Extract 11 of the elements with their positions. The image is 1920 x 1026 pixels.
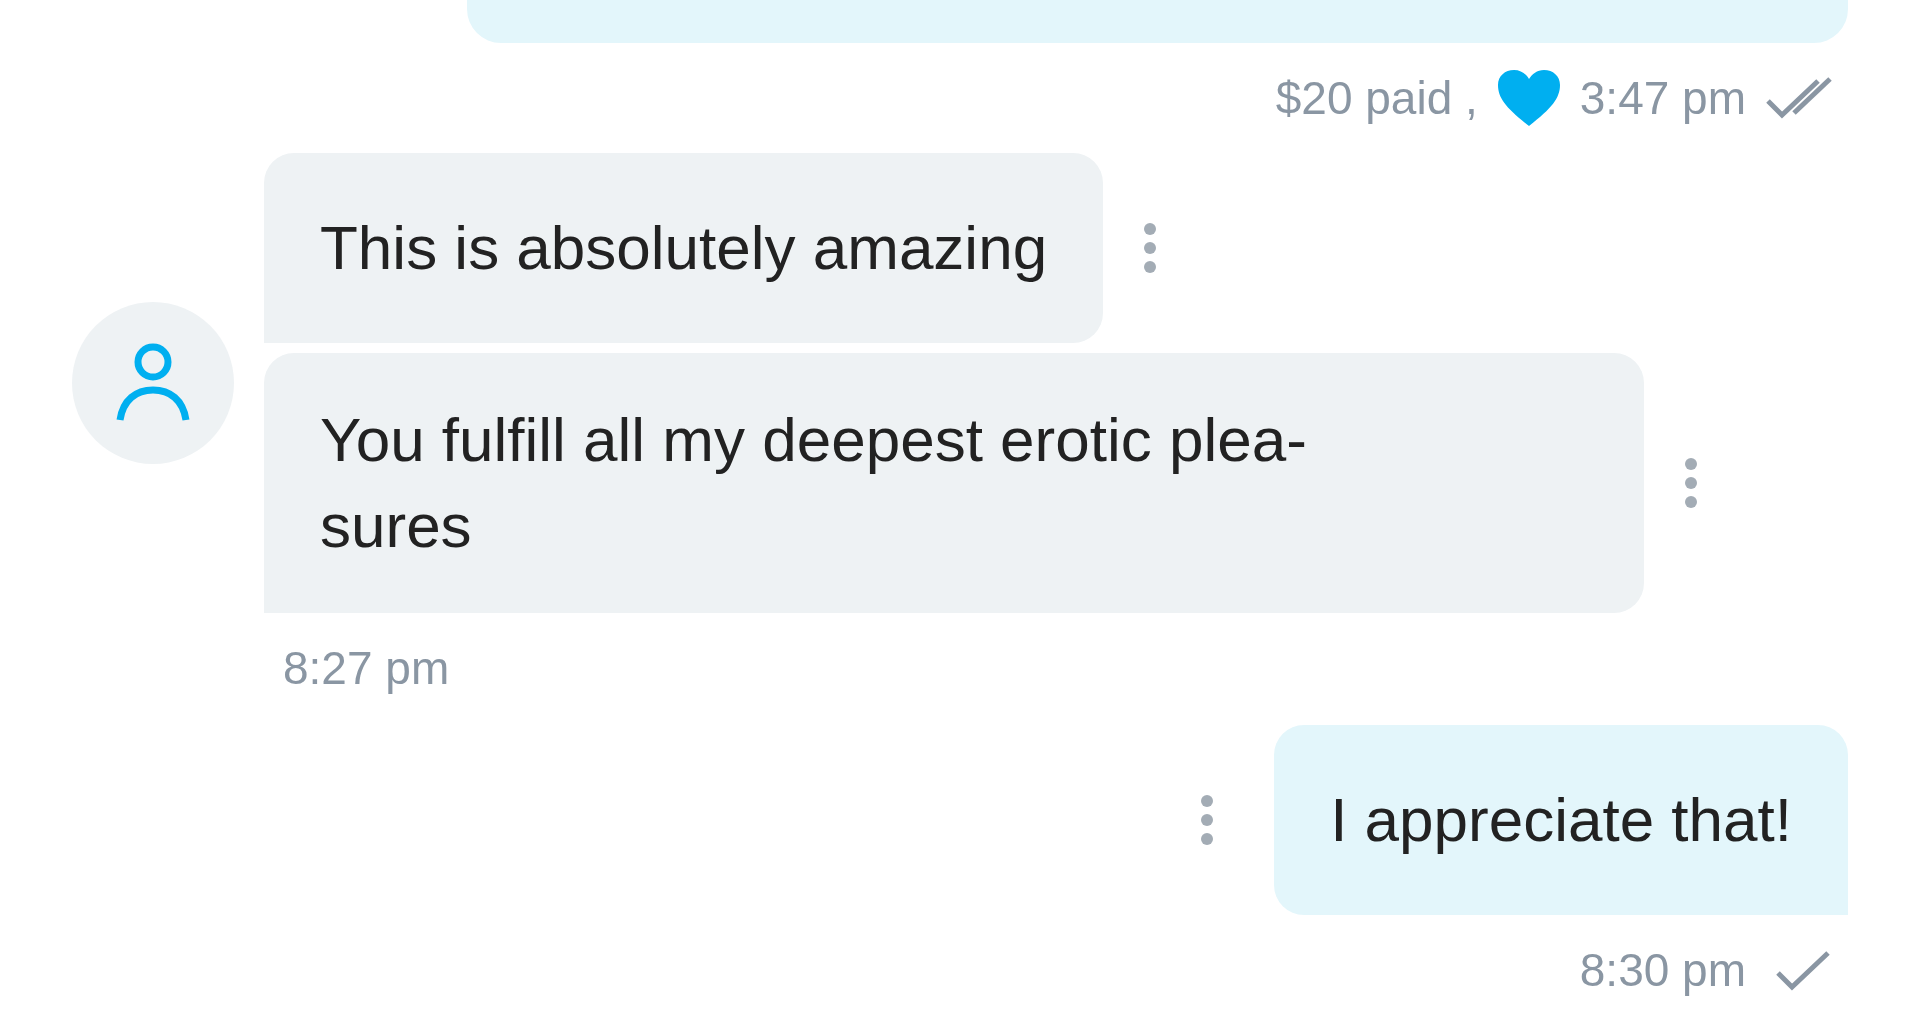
message-time: 8:30 pm [1579, 943, 1746, 997]
more-options-icon[interactable] [1200, 794, 1215, 846]
message-bubble: I appreciate that! [1274, 725, 1848, 915]
payment-status: $20 paid , [1275, 71, 1478, 125]
message-time: 8:27 pm [283, 641, 451, 695]
heart-icon[interactable] [1495, 68, 1562, 128]
message-bubble: You fulfill all my deepest erotic plea- sures [264, 353, 1644, 613]
more-options-icon[interactable] [1143, 222, 1158, 274]
more-options-icon[interactable] [1684, 457, 1698, 509]
message-time: 3:47 pm [1579, 71, 1746, 125]
message-bubble: This is absolutely amazing [264, 153, 1104, 343]
